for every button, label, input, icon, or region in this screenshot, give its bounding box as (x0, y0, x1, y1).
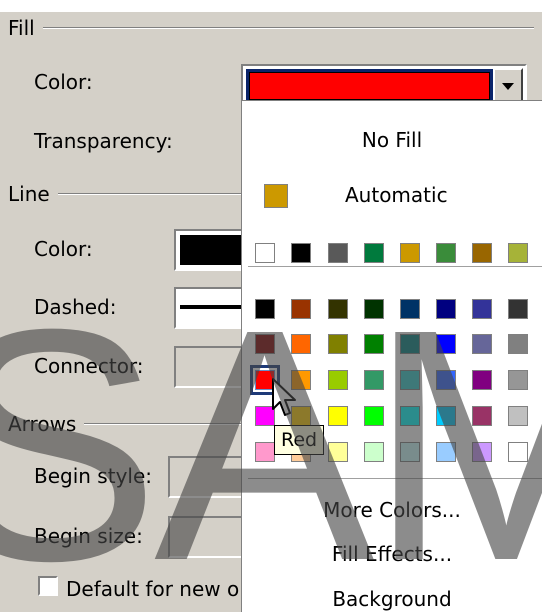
recent-color-swatch[interactable] (255, 243, 275, 263)
palette-color-swatch[interactable] (508, 299, 528, 319)
palette-color-swatch[interactable] (328, 334, 348, 354)
palette-color-swatch[interactable] (364, 299, 384, 319)
line-dashed-label: Dashed: (34, 295, 117, 319)
palette-color-swatch[interactable] (291, 299, 311, 319)
palette-color-swatch[interactable] (472, 442, 492, 462)
palette-color-swatch[interactable] (328, 406, 348, 426)
palette-color-swatch[interactable] (328, 442, 348, 462)
palette-color-swatch[interactable] (508, 334, 528, 354)
fill-section-header: Fill (8, 14, 534, 42)
color-picker-popup: No Fill Automatic More Colors... Fill Ef… (241, 100, 542, 612)
recent-color-swatch[interactable] (436, 243, 456, 263)
begin-size-dropdown[interactable] (168, 516, 248, 558)
palette-color-swatch[interactable] (400, 299, 420, 319)
fill-section-title: Fill (8, 16, 35, 40)
palette-color-swatch[interactable] (472, 299, 492, 319)
arrows-section-title: Arrows (8, 412, 77, 436)
palette-color-swatch[interactable] (436, 334, 456, 354)
fill-section-rule (42, 27, 534, 29)
popup-separator-bottom (248, 478, 542, 480)
palette-color-swatch[interactable] (291, 334, 311, 354)
palette-color-swatch[interactable] (255, 299, 275, 319)
palette-color-swatch[interactable] (436, 370, 456, 390)
mouse-pointer-icon (272, 378, 296, 416)
dropdown-arrow-button[interactable] (493, 68, 523, 104)
recent-color-swatch[interactable] (291, 243, 311, 263)
line-section-title: Line (8, 182, 50, 206)
automatic-option[interactable]: Automatic (345, 183, 448, 207)
palette-color-swatch[interactable] (364, 442, 384, 462)
recent-color-swatch[interactable] (508, 243, 528, 263)
chevron-down-icon (502, 82, 514, 90)
palette-color-swatch[interactable] (472, 334, 492, 354)
palette-color-swatch[interactable] (436, 442, 456, 462)
more-colors-option[interactable]: More Colors... (242, 498, 542, 522)
palette-color-swatch[interactable] (508, 442, 528, 462)
palette-color-swatch[interactable] (508, 370, 528, 390)
palette-color-swatch[interactable] (328, 299, 348, 319)
more-colors-label: More Colors... (323, 498, 461, 522)
palette-color-swatch[interactable] (436, 406, 456, 426)
format-dialog: Fill Color: Transparency: Line Color: Da… (0, 12, 542, 612)
begin-style-dropdown[interactable] (168, 456, 248, 498)
palette-color-swatch[interactable] (400, 334, 420, 354)
begin-size-label: Begin size: (34, 524, 143, 548)
palette-color-swatch[interactable] (255, 442, 275, 462)
palette-color-swatch[interactable] (472, 370, 492, 390)
default-checkbox-label: Default for new ob (66, 577, 252, 601)
fill-color-current[interactable] (246, 69, 493, 103)
background-label: Background (332, 587, 452, 611)
palette-color-swatch[interactable] (400, 442, 420, 462)
fill-color-swatch (249, 72, 490, 100)
background-option[interactable]: Background (242, 587, 542, 611)
palette-color-swatch[interactable] (436, 299, 456, 319)
recent-color-swatch[interactable] (328, 243, 348, 263)
recent-color-swatch[interactable] (364, 243, 384, 263)
fill-effects-label: Fill Effects... (331, 542, 453, 566)
palette-color-swatch[interactable] (328, 370, 348, 390)
line-connector-label: Connector: (34, 354, 144, 378)
palette-color-swatch[interactable] (400, 370, 420, 390)
palette-color-swatch[interactable] (472, 406, 492, 426)
line-color-label: Color: (34, 237, 93, 261)
recent-color-swatch[interactable] (472, 243, 492, 263)
default-checkbox[interactable] (38, 576, 58, 596)
begin-style-label: Begin style: (34, 464, 153, 488)
fill-effects-option[interactable]: Fill Effects... (242, 542, 542, 566)
fill-color-label: Color: (34, 70, 93, 94)
palette-color-swatch[interactable] (508, 406, 528, 426)
palette-color-swatch[interactable] (255, 334, 275, 354)
palette-color-swatch[interactable] (364, 406, 384, 426)
color-tooltip: Red (274, 425, 325, 455)
fill-transparency-label: Transparency: (34, 129, 173, 153)
no-fill-option[interactable]: No Fill (242, 128, 542, 152)
recent-color-swatch[interactable] (400, 243, 420, 263)
popup-separator-top (248, 266, 542, 268)
palette-color-swatch[interactable] (400, 406, 420, 426)
automatic-color-swatch[interactable] (264, 184, 288, 208)
palette-color-swatch[interactable] (364, 334, 384, 354)
palette-color-swatch[interactable] (364, 370, 384, 390)
